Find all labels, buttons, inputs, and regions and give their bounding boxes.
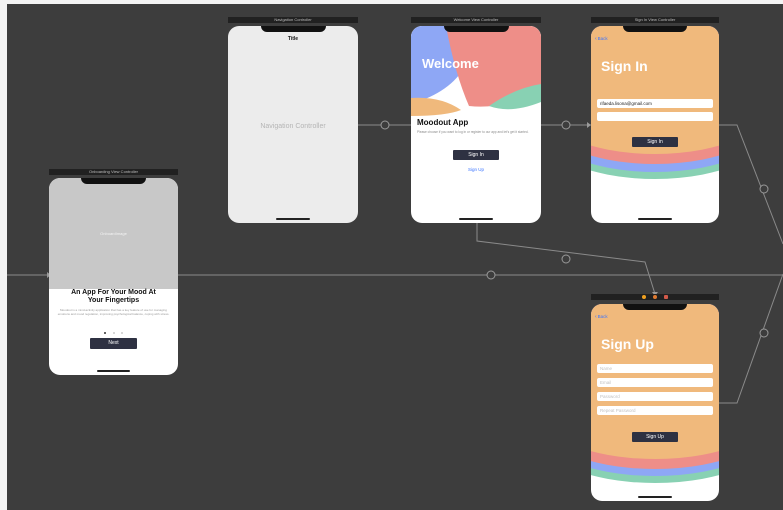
navigation-controller-label: Navigation Controller <box>260 123 326 130</box>
welcome-hero-shapes <box>411 26 541 116</box>
scene-welcome[interactable]: Welcome View Controller Welcome Moodout … <box>411 17 541 223</box>
page-control[interactable] <box>49 328 178 334</box>
back-label: Back <box>597 314 608 319</box>
chevron-left-icon: ‹ <box>595 36 597 42</box>
exit-icon[interactable] <box>664 295 669 299</box>
sign-up-background-arcs <box>591 304 719 483</box>
sign-up-link[interactable]: Sign Up <box>411 167 541 172</box>
home-indicator <box>276 218 310 220</box>
segue-icon <box>380 120 390 130</box>
repeat-password-field[interactable]: Repeat Password <box>597 406 713 415</box>
password-field[interactable] <box>597 112 713 121</box>
notch <box>443 26 509 32</box>
scene-dock[interactable] <box>591 294 719 300</box>
onboarding-heading: An App For Your Mood At Your Fingertips <box>71 289 156 304</box>
next-button[interactable]: Next <box>90 338 137 349</box>
storyboard-window: Onboarding View Controller OnboardImage … <box>0 0 783 510</box>
email-field[interactable]: rifaeda.lisona@gmail.com <box>597 99 713 108</box>
device-frame: Title Navigation Controller <box>228 26 358 223</box>
navigation-bar-title: Title <box>287 36 299 42</box>
scene-navigation-controller[interactable]: Navigation Controller Title Navigation C… <box>228 17 358 223</box>
password-field[interactable]: Password <box>597 392 713 401</box>
sign-in-submit-button[interactable]: Sign In <box>632 137 678 147</box>
segue-icon <box>561 254 571 264</box>
segue-icon <box>561 120 571 130</box>
notch <box>81 178 146 184</box>
page-dot <box>112 332 115 334</box>
segue-icon <box>486 270 496 280</box>
home-indicator <box>638 496 672 498</box>
image-placeholder-label: OnboardImage <box>100 231 127 236</box>
app-name: Moodout App <box>417 118 469 127</box>
name-field[interactable]: Name <box>597 364 713 373</box>
scene-title-bar[interactable]: Welcome View Controller <box>411 17 541 23</box>
home-indicator <box>96 370 131 372</box>
device-frame: Welcome Moodout App Please choose if you… <box>411 26 541 223</box>
welcome-description: Please choose if you want to log in or r… <box>417 130 529 134</box>
scene-title-bar[interactable]: Navigation Controller <box>228 17 358 23</box>
email-field[interactable]: Email <box>597 378 713 387</box>
scene-onboarding[interactable]: Onboarding View Controller OnboardImage … <box>49 169 178 375</box>
sign-in-button[interactable]: Sign In <box>453 150 499 160</box>
notch <box>623 26 687 32</box>
chevron-left-icon: ‹ <box>595 314 597 320</box>
first-responder-icon[interactable] <box>653 295 657 299</box>
segue-icon <box>759 184 769 194</box>
back-button[interactable]: ‹Back <box>595 36 608 42</box>
sign-up-submit-button[interactable]: Sign Up <box>632 432 678 442</box>
scene-title-bar[interactable]: Sign In View Controller <box>591 17 719 23</box>
sign-in-background-arcs <box>591 26 719 179</box>
page-dot <box>120 332 123 334</box>
sign-up-title: Sign Up <box>601 336 654 352</box>
home-indicator <box>638 218 672 220</box>
page-dot-active <box>104 332 107 334</box>
onboarding-description: Moodout is a mind-activity application t… <box>57 308 170 316</box>
scene-sign-in[interactable]: Sign In View Controller ‹Back Sign In ri… <box>591 17 719 223</box>
home-indicator <box>459 218 493 220</box>
segue-icon <box>759 328 769 338</box>
device-frame: OnboardImage An App For Your Mood At You… <box>49 178 178 375</box>
view-controller-icon[interactable] <box>641 295 646 299</box>
storyboard-canvas[interactable]: Onboarding View Controller OnboardImage … <box>7 4 783 510</box>
device-frame: ‹Back Sign Up Name Email Password Repeat… <box>591 304 719 501</box>
back-label: Back <box>597 36 608 41</box>
device-frame: ‹Back Sign In rifaeda.lisona@gmail.com S… <box>591 26 719 223</box>
back-button[interactable]: ‹Back <box>595 314 608 320</box>
scene-title-bar[interactable]: Onboarding View Controller <box>49 169 178 175</box>
segue-signup-to-right <box>719 273 783 404</box>
welcome-hero-title: Welcome <box>422 56 479 71</box>
notch <box>260 26 326 32</box>
notch <box>623 304 687 310</box>
segue-signin-to-right <box>719 124 783 245</box>
scene-sign-up[interactable]: ‹Back Sign Up Name Email Password Repeat… <box>591 294 719 501</box>
onboard-image: OnboardImage <box>49 178 178 289</box>
sign-in-title: Sign In <box>601 58 648 74</box>
